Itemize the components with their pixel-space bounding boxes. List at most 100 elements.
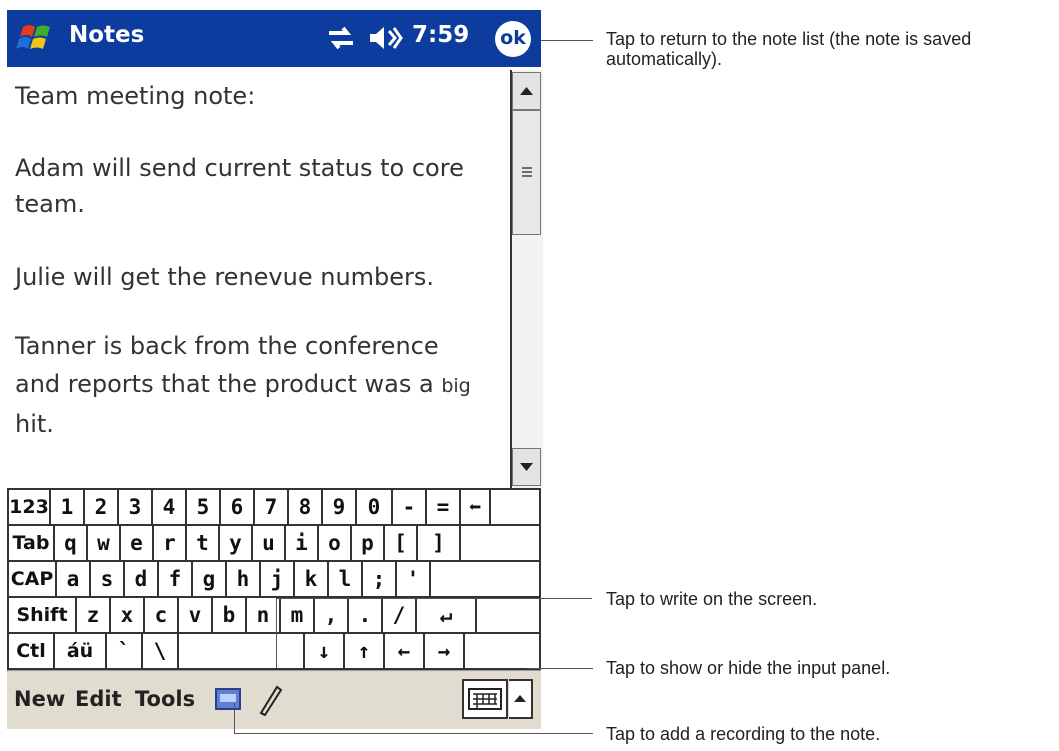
note-line: Team meeting note: (15, 82, 256, 110)
callout-ok-line: automatically). (606, 49, 723, 69)
callout-line-input-panel (527, 668, 593, 669)
key-[interactable]: / (383, 598, 417, 634)
key-o[interactable]: o (319, 526, 352, 562)
key-arrow-right[interactable]: → (425, 634, 465, 670)
key-[interactable]: = (427, 490, 461, 526)
key-blank (477, 598, 541, 634)
menu-bar: New Edit Tools (7, 670, 541, 729)
callout-input-panel: Tap to show or hide the input panel. (606, 658, 891, 678)
key-i[interactable]: i (286, 526, 319, 562)
key-h[interactable]: h (227, 562, 261, 598)
key-v[interactable]: v (179, 598, 213, 634)
menu-tools[interactable]: Tools (135, 687, 195, 711)
clock[interactable]: 7:59 (412, 22, 469, 48)
key-u[interactable]: u (253, 526, 286, 562)
scroll-down-button[interactable] (512, 448, 541, 486)
key-s[interactable]: s (91, 562, 125, 598)
pen-icon[interactable] (255, 683, 285, 717)
key-m[interactable]: m (281, 598, 315, 634)
key-p[interactable]: p (352, 526, 385, 562)
key-blank (431, 562, 541, 598)
key-8[interactable]: 8 (289, 490, 323, 526)
vertical-scrollbar[interactable] (510, 70, 543, 488)
key-j[interactable]: j (261, 562, 295, 598)
key-accents[interactable]: áü (55, 634, 107, 670)
key-[interactable]: ; (363, 562, 397, 598)
key-q[interactable]: q (55, 526, 88, 562)
key-[interactable]: ' (397, 562, 431, 598)
key-r[interactable]: r (154, 526, 187, 562)
key-ctrl[interactable]: Ctl (9, 634, 55, 670)
menu-new[interactable]: New (14, 687, 65, 711)
key-shift[interactable]: Shift (9, 598, 77, 634)
key-2[interactable]: 2 (85, 490, 119, 526)
input-panel-button[interactable] (462, 679, 508, 719)
note-line: hit. (15, 410, 54, 438)
key-7[interactable]: 7 (255, 490, 289, 526)
key-arrow-down[interactable]: ↓ (305, 634, 345, 670)
grip-icon (522, 167, 532, 177)
title-bar: Notes 7:59 ok (7, 10, 541, 67)
callout-write: Tap to write on the screen. (606, 589, 818, 609)
key-1[interactable]: 1 (51, 490, 85, 526)
callout-ok-line: Tap to return to the note list (the note… (606, 29, 972, 49)
key-k[interactable]: k (295, 562, 329, 598)
key-c[interactable]: c (145, 598, 179, 634)
ok-button[interactable]: ok (495, 21, 531, 57)
key-numeric[interactable]: 123 (9, 490, 51, 526)
callout-ok: Tap to return to the note list (the note… (606, 29, 971, 69)
connectivity-icon[interactable] (325, 24, 357, 52)
app-title: Notes (69, 22, 145, 48)
note-line: team. (15, 190, 85, 218)
key-d[interactable]: d (125, 562, 159, 598)
key-arrow-up[interactable]: ↑ (345, 634, 385, 670)
soft-keyboard[interactable]: 123 1 2 3 4 5 6 7 8 9 0- = ⬅ Tab q w e r t y u i o p[] CAP a s d f g h… (7, 488, 541, 670)
recording-icon[interactable] (214, 686, 242, 712)
menu-edit[interactable]: Edit (75, 687, 122, 711)
key-g[interactable]: g (193, 562, 227, 598)
key-t[interactable]: t (187, 526, 220, 562)
windows-start-icon[interactable] (13, 21, 55, 57)
key-a[interactable]: a (57, 562, 91, 598)
note-line: Adam will send current status to core (15, 154, 464, 182)
key-x[interactable]: x (111, 598, 145, 634)
key-blank (491, 490, 541, 526)
key-tab[interactable]: Tab (9, 526, 55, 562)
key-f[interactable]: f (159, 562, 193, 598)
key-6[interactable]: 6 (221, 490, 255, 526)
callout-line-write-vertical (276, 598, 277, 668)
key-[interactable]: . (349, 598, 383, 634)
callout-line-recording (234, 733, 593, 734)
key-w[interactable]: w (88, 526, 121, 562)
key-9[interactable]: 9 (323, 490, 357, 526)
key-backspace[interactable]: ⬅ (461, 490, 491, 526)
key-5[interactable]: 5 (187, 490, 221, 526)
key-y[interactable]: y (220, 526, 253, 562)
key-enter[interactable]: ↵ (417, 598, 477, 634)
key-space[interactable] (179, 634, 305, 670)
note-small-word: big (441, 375, 471, 397)
key-4[interactable]: 4 (153, 490, 187, 526)
input-method-arrow-button[interactable] (509, 679, 533, 719)
key-[interactable]: - (393, 490, 427, 526)
key-[interactable]: , (315, 598, 349, 634)
key-arrow-left[interactable]: ← (385, 634, 425, 670)
key-3[interactable]: 3 (119, 490, 153, 526)
key-[interactable]: ` (107, 634, 143, 670)
key-[interactable]: \ (143, 634, 179, 670)
key-0[interactable]: 0 (357, 490, 393, 526)
key-l[interactable]: l (329, 562, 363, 598)
arrow-up-icon (514, 695, 526, 702)
note-text-area[interactable]: Team meeting note: Adam will send curren… (7, 70, 510, 488)
key-[interactable]: [ (385, 526, 418, 562)
key-z[interactable]: z (77, 598, 111, 634)
key-b[interactable]: b (213, 598, 247, 634)
key-[interactable]: ] (418, 526, 461, 562)
scrollbar-thumb[interactable] (512, 110, 541, 235)
key-caps-lock[interactable]: CAP (9, 562, 57, 598)
note-line-text: and reports that the product was a (15, 370, 442, 398)
arrow-up-icon (520, 87, 533, 95)
speaker-icon[interactable] (367, 24, 403, 52)
key-e[interactable]: e (121, 526, 154, 562)
scroll-up-button[interactable] (512, 72, 541, 110)
